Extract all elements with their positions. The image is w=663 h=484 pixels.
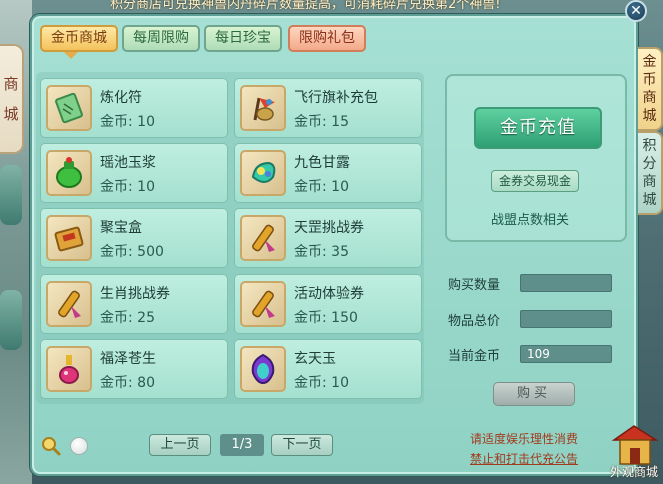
search-icon[interactable] (41, 436, 61, 456)
announcement-banner: 积分商店可兑换神兽内丹碎片数量提高，可消耗碎片兑换第2个神兽! (110, 0, 501, 12)
tab-gold-shop[interactable]: 金币商城 (40, 25, 118, 52)
item-name: 活动体验券 (294, 286, 364, 302)
scroll-icon (240, 215, 286, 261)
buy-button[interactable]: 购买 (493, 382, 575, 406)
shop-item[interactable]: 活动体验券 金币: 150 (234, 274, 422, 334)
tab-daily-treasure[interactable]: 每日珍宝 (204, 25, 282, 52)
current-gold-field: 109 (520, 345, 612, 363)
item-price: 金币: 10 (100, 179, 155, 195)
item-name: 瑶池玉浆 (100, 155, 156, 171)
shop-item[interactable]: 生肖挑战券 金币: 25 (40, 274, 228, 334)
close-button[interactable]: ✕ (625, 0, 647, 22)
item-price: 金币: 10 (100, 114, 155, 130)
current-gold-label: 当前金币 (448, 349, 501, 364)
item-name: 飞行旗补充包 (294, 90, 378, 106)
item-name: 玄天玉 (294, 351, 336, 367)
tab-gold-shop-vertical[interactable]: 金 币 商 城 (638, 47, 663, 131)
total-price-label: 物品总价 (448, 314, 501, 329)
item-name: 九色甘露 (294, 155, 350, 171)
active-tab-pointer (64, 52, 78, 59)
shop-item[interactable]: 玄天玉 金币: 10 (234, 339, 422, 399)
item-name: 聚宝盒 (100, 220, 142, 236)
dew-gem-icon (240, 150, 286, 196)
item-price: 金币: 80 (100, 375, 155, 391)
left-strip-char: 城 (3, 105, 19, 123)
background-decoration (0, 290, 22, 350)
vtab-char: 金 (642, 54, 657, 70)
tab-limited-gift-pack[interactable]: 限购礼包 (288, 25, 366, 52)
buy-quantity-label: 购买数量 (448, 278, 501, 293)
scroll-icon (46, 281, 92, 327)
vtab-char: 城 (642, 192, 657, 208)
shop-item[interactable]: 炼化符 金币: 10 (40, 78, 228, 138)
item-name: 福泽苍生 (100, 351, 156, 367)
item-price: 金币: 35 (294, 244, 349, 260)
item-name: 炼化符 (100, 90, 142, 106)
alliance-points-link[interactable]: 战盟点数相关 (491, 209, 569, 228)
buy-quantity-field[interactable] (520, 274, 612, 292)
item-price: 金币: 500 (100, 244, 164, 260)
shop-item[interactable]: 瑶池玉浆 金币: 10 (40, 143, 228, 203)
shop-item[interactable]: 天罡挑战券 金币: 35 (234, 208, 422, 268)
voucher-exchange-button[interactable]: 金券交易现金 (491, 170, 579, 192)
background-decoration (0, 165, 22, 225)
vtab-char: 城 (642, 108, 657, 124)
appearance-shop-label: 外观商城 (610, 465, 659, 479)
flag-pack-icon (240, 85, 286, 131)
consumption-notice: 请适度娱乐理性消费 (470, 432, 579, 446)
shop-item[interactable]: 九色甘露 金币: 10 (234, 143, 422, 203)
left-strip-char: 商 (3, 75, 19, 93)
shop-item[interactable]: 聚宝盒 金币: 500 (40, 208, 228, 268)
item-price: 金币: 150 (294, 310, 358, 326)
item-price: 金币: 25 (100, 310, 155, 326)
jade-jar-icon (46, 150, 92, 196)
tab-points-shop-vertical[interactable]: 积 分 商 城 (638, 131, 663, 215)
vtab-char: 币 (642, 72, 657, 88)
shop-item[interactable]: 飞行旗补充包 金币: 15 (234, 78, 422, 138)
vtab-char: 积 (642, 138, 657, 154)
item-price: 金币: 10 (294, 179, 349, 195)
vtab-char: 商 (642, 90, 657, 106)
item-name: 生肖挑战券 (100, 286, 170, 302)
potion-icon (46, 346, 92, 392)
item-price: 金币: 15 (294, 114, 349, 130)
anti-proxy-notice-link[interactable]: 禁止和打击代充公告 (470, 450, 578, 467)
close-icon: ✕ (630, 3, 642, 19)
gold-recharge-button[interactable]: 金币充值 (474, 107, 602, 149)
tab-weekly-limited[interactable]: 每周限购 (122, 25, 200, 52)
filter-toggle[interactable] (70, 437, 88, 455)
item-name: 天罡挑战券 (294, 220, 364, 236)
left-shop-strip[interactable]: 商 城 (0, 44, 24, 154)
talisman-icon (46, 85, 92, 131)
total-price-field (520, 310, 612, 328)
scroll-icon (240, 281, 286, 327)
next-page-button[interactable]: 下一页 (271, 434, 333, 456)
vtab-char: 商 (642, 174, 657, 190)
prev-page-button[interactable]: 上一页 (149, 434, 211, 456)
purple-jade-icon (240, 346, 286, 392)
shop-item[interactable]: 福泽苍生 金币: 80 (40, 339, 228, 399)
treasure-box-icon (46, 215, 92, 261)
vtab-char: 分 (642, 156, 657, 172)
page-indicator: 1/3 (220, 434, 264, 456)
item-price: 金币: 10 (294, 375, 349, 391)
